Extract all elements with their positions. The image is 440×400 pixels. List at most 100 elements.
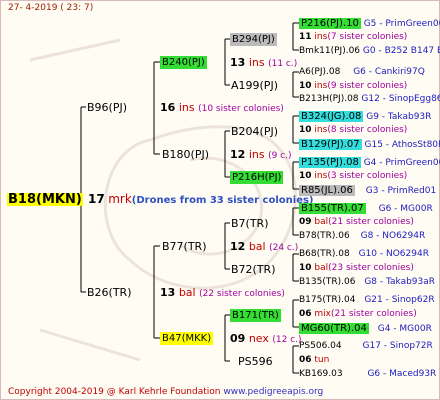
gen-number: 10 xyxy=(299,125,312,135)
breed: bal xyxy=(178,286,196,299)
leaf-row: B155(TR).07 G6 - MG00R xyxy=(299,202,433,216)
queen-node[interactable]: B68(TR).08 xyxy=(299,249,350,259)
lineage-info: G8 - NO6294R xyxy=(360,231,426,241)
lineage-info: G3 - PrimRed01 xyxy=(365,186,437,196)
breed: bal xyxy=(314,263,329,273)
lineage-info: G4 - PrimGreen00 xyxy=(363,158,440,168)
generation-line: 09 nex (12 c.) xyxy=(230,332,302,347)
queen-node[interactable]: B213H(PJ).08 xyxy=(299,94,359,104)
timestamp: 27- 4-2019 ( 23: 7) xyxy=(8,3,94,13)
gen-number: 16 xyxy=(160,101,176,114)
leaf-row: B175(TR).04 G21 - Sinop62R xyxy=(299,294,435,307)
root-breed: mrk xyxy=(108,192,132,206)
queen-node[interactable]: P216H(PJ) xyxy=(230,171,284,184)
sister-count: (12 c.) xyxy=(272,335,302,345)
lineage-info: G4 - MG00R xyxy=(377,324,432,334)
lineage-info: G5 - PrimGreen00 xyxy=(363,19,440,29)
breed: ins xyxy=(314,32,328,42)
queen-node[interactable]: P216(PJ).10 xyxy=(299,18,361,29)
queen-node[interactable]: B180(PJ) xyxy=(162,148,209,161)
lineage-info: G8 - Takab93aR xyxy=(364,277,436,287)
queen-node[interactable]: B7(TR) xyxy=(231,217,269,230)
sister-count: (3 sister colonies) xyxy=(327,171,408,181)
queen-node[interactable]: B135(TR).06 xyxy=(299,277,355,287)
queen-node[interactable]: R85(JL).06 xyxy=(299,185,355,196)
dam-queen[interactable]: B26(TR) xyxy=(87,286,132,299)
breed: ins xyxy=(178,101,195,114)
gen-number: 12 xyxy=(230,148,246,161)
gen-number: 13 xyxy=(160,286,176,299)
queen-node[interactable]: A199(PJ) xyxy=(231,79,278,92)
gen-number: 06 xyxy=(299,355,312,365)
queen-node[interactable]: Bmk11(PJ).06 xyxy=(299,46,360,56)
site-link[interactable]: www.pedigreeapis.org xyxy=(223,387,323,397)
queen-node[interactable]: B171(TR) xyxy=(230,309,281,322)
queen-node[interactable]: B72(TR) xyxy=(231,263,276,276)
leaf-gen-row: 09 bal(21 sister colonies) xyxy=(299,216,414,229)
root-queen[interactable]: B18(MKN) xyxy=(7,193,83,206)
queen-node[interactable]: B175(TR).04 xyxy=(299,295,355,305)
sire-generation: 16 ins (10 sister colonies) xyxy=(160,101,284,116)
queen-node[interactable]: B155(TR).07 xyxy=(299,203,366,214)
queen-node[interactable]: PS596 xyxy=(238,355,273,368)
lineage-info: G6 - MG00R xyxy=(378,204,433,214)
leaf-row: KB169.03 G6 - Maced93R xyxy=(299,368,436,381)
lineage-info: G6 - Cankiri97Q xyxy=(353,67,425,77)
queen-node[interactable]: B129(PJ).07 xyxy=(299,139,362,150)
generation-line: 13 ins (11 c.) xyxy=(230,56,297,71)
queen-node[interactable]: B204(PJ) xyxy=(231,125,278,138)
queen-node[interactable]: MG60(TR).04 xyxy=(299,323,369,334)
gen-number: 11 xyxy=(299,32,312,42)
breed: ins xyxy=(314,171,328,181)
sister-count: (10 sister colonies) xyxy=(198,104,284,114)
sire-queen[interactable]: B96(PJ) xyxy=(87,101,127,114)
gen-number: 10 xyxy=(299,263,312,273)
lineage-info: G21 - Sinop62R xyxy=(364,295,435,305)
leaf-row: B324(JG).08 G9 - Takab93R xyxy=(299,110,431,124)
breed: bal xyxy=(248,240,266,253)
queen-node[interactable]: KB169.03 xyxy=(299,369,343,379)
queen-node[interactable]: B324(JG).08 xyxy=(299,111,364,122)
sister-count: (22 sister colonies) xyxy=(199,289,285,299)
gen-number: 10 xyxy=(299,81,312,91)
queen-node[interactable]: P135(PJ).08 xyxy=(299,157,361,168)
breed: nex xyxy=(248,332,269,345)
queen-node[interactable]: PS506.04 xyxy=(299,341,342,351)
sister-count: (8 sister colonies) xyxy=(327,125,408,135)
queen-node[interactable]: B47(MKK) xyxy=(160,332,214,345)
leaf-row: P135(PJ).08 G4 - PrimGreen00 xyxy=(299,156,440,170)
breed: tun xyxy=(314,355,330,365)
root-gen-number: 17 xyxy=(88,192,105,206)
copyright-text: Copyright 2004-2019 @ Karl Kehrle Founda… xyxy=(8,387,221,397)
breed: ins xyxy=(314,125,328,135)
sister-count: (7 sister colonies) xyxy=(327,32,408,42)
lineage-info: G10 - NO6294R xyxy=(358,249,429,259)
lineage-info: G17 - Sinop72R xyxy=(362,341,433,351)
queen-node[interactable]: B78(TR).06 xyxy=(299,231,350,241)
queen-node[interactable]: B77(TR) xyxy=(162,240,207,253)
breed: ins xyxy=(314,81,328,91)
sister-count: (9 c.) xyxy=(268,151,292,161)
sister-count: (11 c.) xyxy=(268,59,298,69)
lineage-info: G6 - Maced93R xyxy=(367,369,437,379)
leaf-row: PS506.04 G17 - Sinop72R xyxy=(299,340,433,353)
leaf-gen-row: 06 tun xyxy=(299,354,329,367)
gen-number: 06 xyxy=(299,309,312,319)
queen-node[interactable]: B294(PJ) xyxy=(230,33,277,46)
sister-count: (24 c.) xyxy=(269,243,299,253)
leaf-row: Bmk11(PJ).06 G0 - B252 B147 B xyxy=(299,45,440,58)
gen-number: 10 xyxy=(299,171,312,181)
queen-node[interactable]: B240(PJ) xyxy=(160,56,207,69)
leaf-row: R85(JL).06 G3 - PrimRed01 xyxy=(299,184,436,198)
leaf-gen-row: 10 ins(3 sister colonies) xyxy=(299,170,407,183)
leaf-row: P216(PJ).10 G5 - PrimGreen00 xyxy=(299,17,440,31)
drones-note: (Drones from 33 sister colonies) xyxy=(131,195,314,206)
leaf-row: A6(PJ).08 G6 - Cankiri97Q xyxy=(299,66,425,79)
root-generation: 17 mrk(Drones from 33 sister colonies) xyxy=(88,193,314,207)
breed: bal xyxy=(314,217,329,227)
sister-count: (21 sister colonies) xyxy=(328,217,414,227)
lineage-info: G0 - B252 B147 B xyxy=(362,46,440,56)
lineage-info: G15 - AthosSt80R xyxy=(364,140,440,150)
lineage-info: G9 - Takab93R xyxy=(366,112,432,122)
queen-node[interactable]: A6(PJ).08 xyxy=(299,67,340,77)
